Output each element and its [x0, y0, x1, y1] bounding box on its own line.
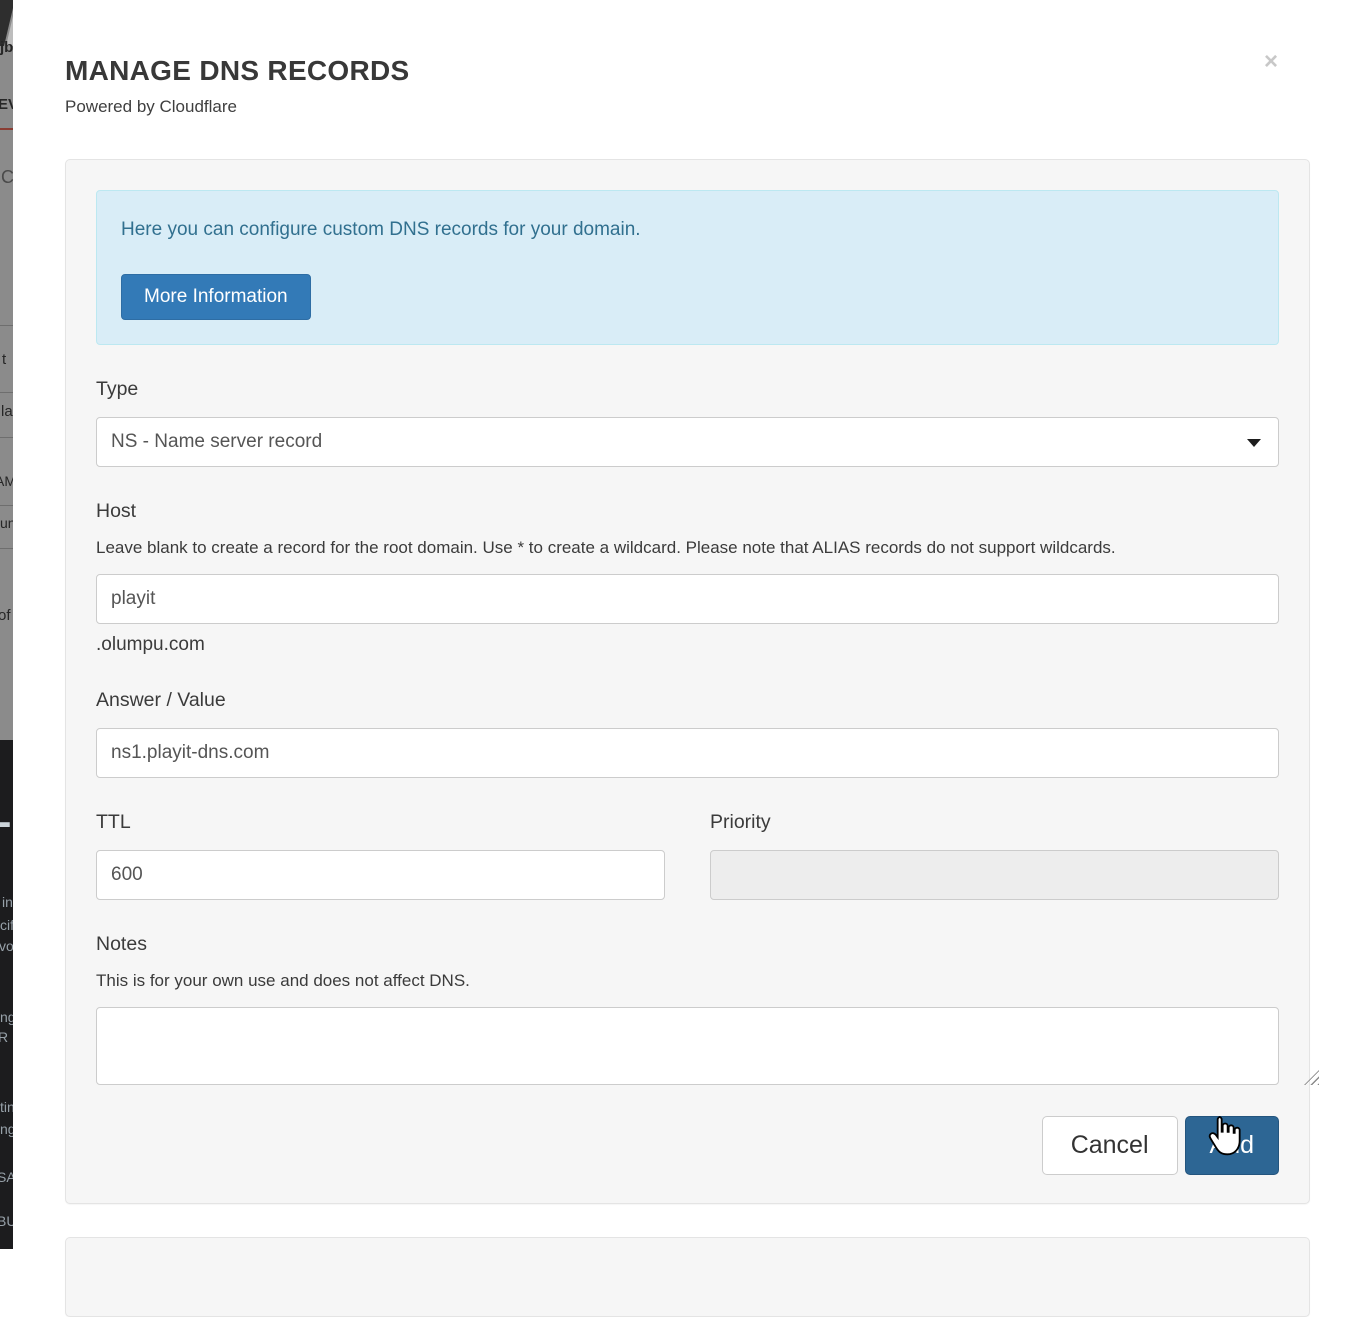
backdrop-text-fragment: R	[0, 1030, 8, 1044]
backdrop-divider	[0, 505, 13, 506]
backdrop-divider	[0, 325, 13, 326]
backdrop-text-fragment: t	[2, 352, 6, 367]
next-section-panel	[65, 1237, 1310, 1317]
modal-title: MANAGE DNS RECORDS	[65, 55, 1310, 87]
close-icon[interactable]: ×	[1264, 50, 1278, 74]
type-select-value: NS - Name server record	[111, 431, 322, 453]
backdrop-text-fragment: ng	[0, 1010, 13, 1024]
ttl-field-group: TTL	[96, 811, 665, 900]
backdrop-text-fragment: jb	[0, 40, 13, 55]
textarea-resize-handle[interactable]	[1304, 1070, 1319, 1085]
host-domain-suffix: .olumpu.com	[96, 634, 1279, 656]
answer-field-group: Answer / Value	[96, 689, 1279, 778]
priority-input	[710, 850, 1279, 900]
backdrop-text-fragment: la	[1, 404, 13, 419]
host-field-group: Host Leave blank to create a record for …	[96, 500, 1279, 656]
host-input[interactable]	[96, 574, 1279, 624]
more-information-button[interactable]: More Information	[121, 274, 311, 320]
cancel-button[interactable]: Cancel	[1042, 1116, 1178, 1175]
answer-label: Answer / Value	[96, 689, 1279, 712]
info-alert: Here you can configure custom DNS record…	[96, 190, 1279, 345]
backdrop-divider	[0, 548, 13, 549]
notes-field-group: Notes This is for your own use and does …	[96, 933, 1279, 1090]
backdrop-text-fragment: of	[0, 608, 11, 623]
host-label: Host	[96, 500, 1279, 523]
backdrop-text-fragment: cif	[0, 918, 13, 932]
info-alert-message: Here you can configure custom DNS record…	[121, 219, 1254, 241]
backdrop-text-fragment: tin	[0, 1100, 13, 1114]
manage-dns-modal: MANAGE DNS RECORDS Powered by Cloudflare…	[13, 0, 1351, 1249]
backdrop-text-fragment: ng	[0, 1122, 13, 1136]
backdrop-text-fragment: C	[1, 168, 13, 186]
backdrop-dark-section: -l in cif vo ng R tin ng SA BU	[0, 740, 13, 1249]
backdrop-text-fragment: AM	[0, 474, 13, 488]
notes-label: Notes	[96, 933, 1279, 956]
modal-header: MANAGE DNS RECORDS Powered by Cloudflare…	[65, 0, 1310, 117]
backdrop-text-fragment: -l	[0, 802, 13, 842]
modal-actions: Cancel Add	[96, 1116, 1279, 1175]
priority-field-group: Priority	[710, 811, 1279, 900]
priority-label: Priority	[710, 811, 1279, 834]
backdrop-text-fragment: BU	[0, 1214, 13, 1228]
host-help-text: Leave blank to create a record for the r…	[96, 538, 1279, 558]
modal-subtitle: Powered by Cloudflare	[65, 97, 1310, 117]
notes-help-text: This is for your own use and does not af…	[96, 971, 1279, 991]
type-label: Type	[96, 378, 1279, 401]
ttl-input[interactable]	[96, 850, 665, 900]
type-field-group: Type NS - Name server record	[96, 378, 1279, 467]
type-select[interactable]: NS - Name server record	[96, 417, 1279, 467]
add-button[interactable]: Add	[1185, 1116, 1279, 1175]
backdrop-text-fragment: un	[0, 516, 13, 530]
backdrop-text-fragment: in	[2, 895, 13, 909]
answer-input[interactable]	[96, 728, 1279, 778]
backdrop-text-fragment: SA	[0, 1170, 13, 1184]
backdrop-divider	[0, 128, 13, 130]
dns-form-panel: Here you can configure custom DNS record…	[65, 159, 1310, 1204]
chevron-down-icon	[1247, 439, 1261, 447]
modal-backdrop-strip: jb EV C t la AM un of -l in cif vo ng R …	[0, 0, 13, 1249]
backdrop-text-fragment: EV	[0, 97, 13, 112]
ttl-priority-row: TTL Priority	[96, 811, 1279, 900]
ttl-label: TTL	[96, 811, 665, 834]
backdrop-divider	[0, 392, 13, 393]
notes-textarea[interactable]	[96, 1007, 1279, 1085]
backdrop-divider	[0, 437, 13, 438]
backdrop-text-fragment: vo	[0, 939, 13, 953]
